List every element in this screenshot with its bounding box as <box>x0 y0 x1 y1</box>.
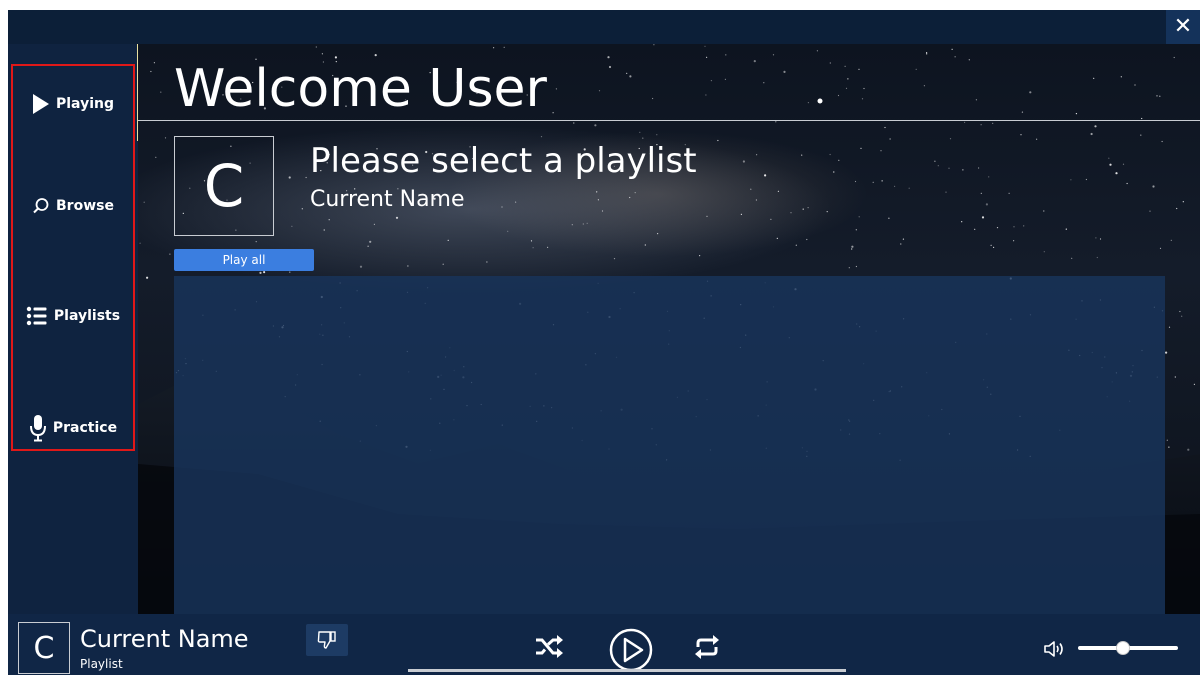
sidebar-item-label: Playing <box>56 96 114 112</box>
repeat-button[interactable] <box>692 632 722 662</box>
sidebar-item-label: Browse <box>56 198 114 214</box>
volume-slider[interactable] <box>1078 641 1178 655</box>
app-window: ✕ Playing Browse Playlists Practice Welc… <box>8 10 1200 675</box>
sidebar-item-practice[interactable]: Practice <box>11 408 135 448</box>
track-list-panel[interactable] <box>174 276 1165 614</box>
play-all-button[interactable]: Play all <box>174 249 314 271</box>
playlist-cover: C <box>174 136 274 236</box>
play-icon <box>609 628 653 672</box>
dislike-button[interactable] <box>306 624 348 656</box>
volume-button[interactable] <box>1042 638 1068 660</box>
heading-divider <box>138 120 1200 121</box>
microphone-icon <box>29 415 46 442</box>
now-playing-subtitle: Playlist <box>80 657 123 671</box>
progress-bar[interactable] <box>408 669 846 672</box>
sidebar-item-label: Practice <box>52 420 118 436</box>
play-triangle-icon <box>33 94 49 114</box>
welcome-heading: Welcome User <box>174 59 547 119</box>
title-bar: ✕ <box>8 10 1200 44</box>
sidebar-item-playing[interactable]: Playing <box>11 84 135 124</box>
volume-icon <box>1044 641 1063 657</box>
close-button[interactable]: ✕ <box>1166 10 1200 44</box>
search-icon <box>33 198 49 214</box>
playlist-subtitle: Current Name <box>310 187 465 212</box>
sidebar-item-playlists[interactable]: Playlists <box>11 296 135 336</box>
list-icon <box>26 306 47 326</box>
sidebar-item-browse[interactable]: Browse <box>11 186 135 226</box>
sidebar-item-label: Playlists <box>53 308 121 324</box>
play-button[interactable] <box>608 627 654 673</box>
repeat-icon <box>695 635 719 659</box>
shuffle-button[interactable] <box>532 632 566 662</box>
main-content: Welcome User C Please select a playlist … <box>138 44 1200 614</box>
thumbs-down-icon <box>317 631 336 649</box>
shuffle-icon <box>536 635 563 658</box>
now-playing-cover: C <box>18 622 70 674</box>
sidebar: Playing Browse Playlists Practice <box>8 44 138 614</box>
playlist-title: Please select a playlist <box>310 141 697 181</box>
player-bar: C Current Name Playlist <box>8 614 1200 675</box>
now-playing-title: Current Name <box>80 625 249 653</box>
volume-slider-thumb[interactable] <box>1116 641 1130 655</box>
